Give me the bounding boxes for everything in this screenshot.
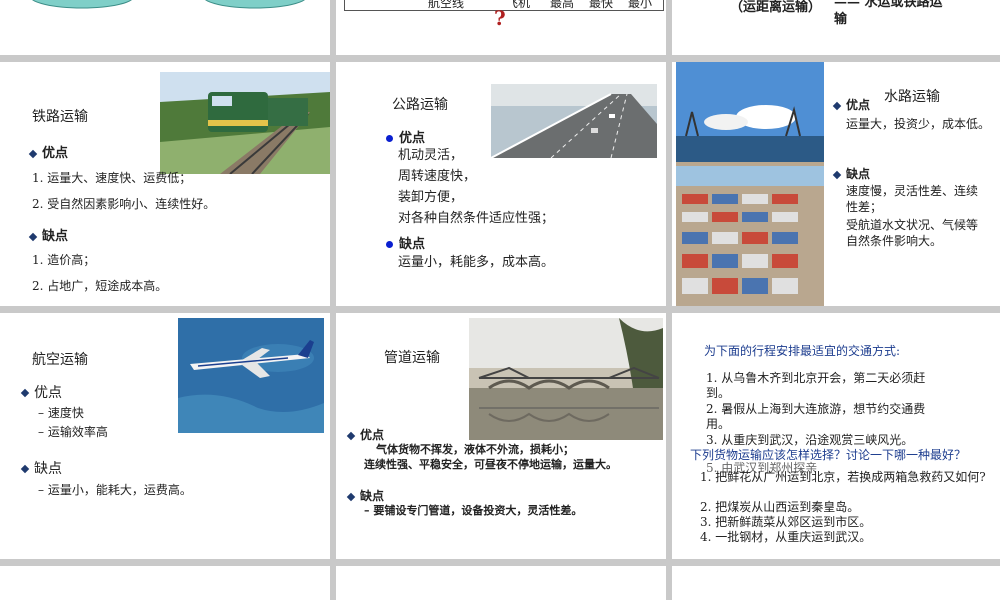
- overlay-item: 1. 把鲜花从广州运到北京，若换成两箱急救药又如何?: [700, 470, 986, 484]
- slide-bottom-left[interactable]: [0, 566, 330, 600]
- table-cell: 飞机: [506, 0, 531, 10]
- table-cell: 最小: [628, 0, 653, 10]
- list-item: – 要铺设专门管道，设备投资大，灵活性差。: [364, 504, 583, 517]
- table-cell: 最高: [550, 0, 575, 10]
- quiz-item: 3. 从重庆到武汉，沿途观赏三峡风光。: [706, 433, 914, 447]
- highway-photo: [491, 84, 657, 158]
- table-cell: 最快: [589, 0, 614, 10]
- cons-heading: 缺点: [20, 461, 62, 477]
- question-mark-icon: ?: [494, 6, 506, 30]
- pros-heading: 优点: [386, 127, 425, 146]
- slide-water[interactable]: 水路运输 优点 运量大，投资少，成本低。 缺点 速度慢，灵活性差、连续 性差； …: [672, 62, 1000, 306]
- list-item: 受航道水文状况、气候等: [846, 218, 979, 232]
- slide-pipeline[interactable]: 管道运输 优点 气体货物不挥发，液体不外流，损耗小； 连续性强、平稳安全，可昼夜…: [336, 313, 666, 559]
- quiz-item: 用。: [706, 417, 731, 431]
- slide-quiz[interactable]: 为下面的行程安排最适宜的交通方式: 1. 从乌鲁木齐到北京开会，第二天必须赶 到…: [672, 313, 1000, 559]
- train-photo: [160, 72, 330, 174]
- list-item: 对各种自然条件适应性强；: [398, 211, 555, 226]
- slide-title: 水路运输: [884, 89, 940, 105]
- table-cell: 航空线: [428, 0, 465, 10]
- cons-heading: 缺点: [832, 165, 870, 182]
- slide-title: 铁路运输: [32, 109, 88, 125]
- pipeline-photo: [469, 318, 663, 440]
- diamond-bullet-icon: [20, 464, 30, 474]
- port-photo: [676, 62, 824, 306]
- slide-air[interactable]: 航空运输 优点 – 速度快 – 运输效率高 缺点 – 运量小，能耗大，运费高。: [0, 313, 330, 559]
- diamond-bullet-icon: [832, 170, 842, 179]
- cons-heading: 缺点: [346, 487, 384, 504]
- diamond-bullet-icon: [20, 388, 30, 398]
- cons-heading: 缺点: [28, 225, 68, 244]
- slide-top-middle[interactable]: 航空线 飞机 最高 最快 最小 ?: [336, 0, 666, 55]
- slide-title: 管道运输: [384, 350, 440, 366]
- list-item: – 速度快: [38, 406, 84, 420]
- quiz-item: 2. 暑假从上海到大连旅游，想节约交通费: [706, 402, 926, 416]
- pros-heading: 优点: [28, 142, 68, 161]
- cons-heading: 缺点: [386, 233, 425, 252]
- list-item: 运量大，投资少，成本低。: [846, 117, 991, 131]
- bullet-icon: [386, 241, 393, 248]
- list-item: – 运输效率高: [38, 425, 108, 439]
- quiz-heading: 为下面的行程安排最适宜的交通方式:: [704, 344, 901, 358]
- transport-note: 输: [834, 12, 848, 27]
- list-item: 速度慢，灵活性差、连续: [846, 184, 979, 198]
- overlay-item: 4. 一批钢材，从重庆运到武汉。: [700, 530, 872, 544]
- airplane-photo: [178, 318, 324, 433]
- list-item: 运量小，耗能多，成本高。: [398, 255, 555, 270]
- list-item: 机动灵活，: [398, 148, 464, 163]
- slide-railway[interactable]: 铁路运输 优点 1. 运量大、速度快、运费低； 2. 受自然因素影响小、连续性好…: [0, 62, 330, 306]
- diamond-bullet-icon: [28, 149, 38, 158]
- diamond-bullet-icon: [832, 101, 842, 110]
- ellipse-shapes: [32, 0, 305, 9]
- list-item: 1. 运量大、速度快、运费低；: [32, 171, 192, 185]
- quiz-item: 1. 从乌鲁木齐到北京开会，第二天必须赶: [706, 371, 926, 385]
- overlay-item: 2. 把煤炭从山西运到秦皇岛。: [700, 500, 860, 514]
- pros-heading: 优点: [346, 426, 384, 443]
- overlay-heading: 下列货物运输应该怎样选择？讨论一下哪一种最好？: [690, 448, 967, 462]
- list-item: 连续性强、平稳安全，可昼夜不停地运输，运量大。: [364, 458, 617, 471]
- slide-bottom-right[interactable]: [672, 566, 1000, 600]
- transport-note: （运距离运输）: [730, 0, 822, 15]
- slide-title: 公路运输: [392, 97, 448, 113]
- list-item: 自然条件影响大。: [846, 234, 943, 248]
- slide-top-left[interactable]: [0, 0, 330, 55]
- bullet-icon: [386, 135, 393, 142]
- transport-note: —— 水运或铁路运: [834, 0, 943, 10]
- list-item: 性差；: [846, 200, 883, 214]
- quiz-item: 到。: [706, 386, 731, 400]
- slide-road[interactable]: 公路运输 优点 机动灵活， 周转速度快， 装卸方便， 对各种自然条件适应性强； …: [336, 62, 666, 306]
- list-item: 气体货物不挥发，液体不外流，损耗小；: [376, 443, 574, 456]
- pros-heading: 优点: [20, 385, 62, 401]
- slide-top-right[interactable]: （运距离运输） —— 水运或铁路运 输: [672, 0, 1000, 55]
- list-item: 装卸方便，: [398, 190, 464, 205]
- list-item: 1. 造价高；: [32, 253, 96, 267]
- list-item: – 运量小，能耗大，运费高。: [38, 483, 192, 497]
- pros-heading: 优点: [832, 96, 870, 113]
- slide-bottom-middle[interactable]: [336, 566, 666, 600]
- list-item: 2. 受自然因素影响小、连续性好。: [32, 197, 216, 211]
- slide-title: 航空运输: [32, 352, 88, 368]
- diamond-bullet-icon: [346, 492, 356, 501]
- list-item: 2. 占地广，短途成本高。: [32, 279, 168, 293]
- list-item: 周转速度快，: [398, 169, 477, 184]
- overlay-item: 3. 把新鲜蔬菜从郊区运到市区。: [700, 515, 872, 529]
- diamond-bullet-icon: [28, 232, 38, 241]
- diamond-bullet-icon: [346, 431, 356, 440]
